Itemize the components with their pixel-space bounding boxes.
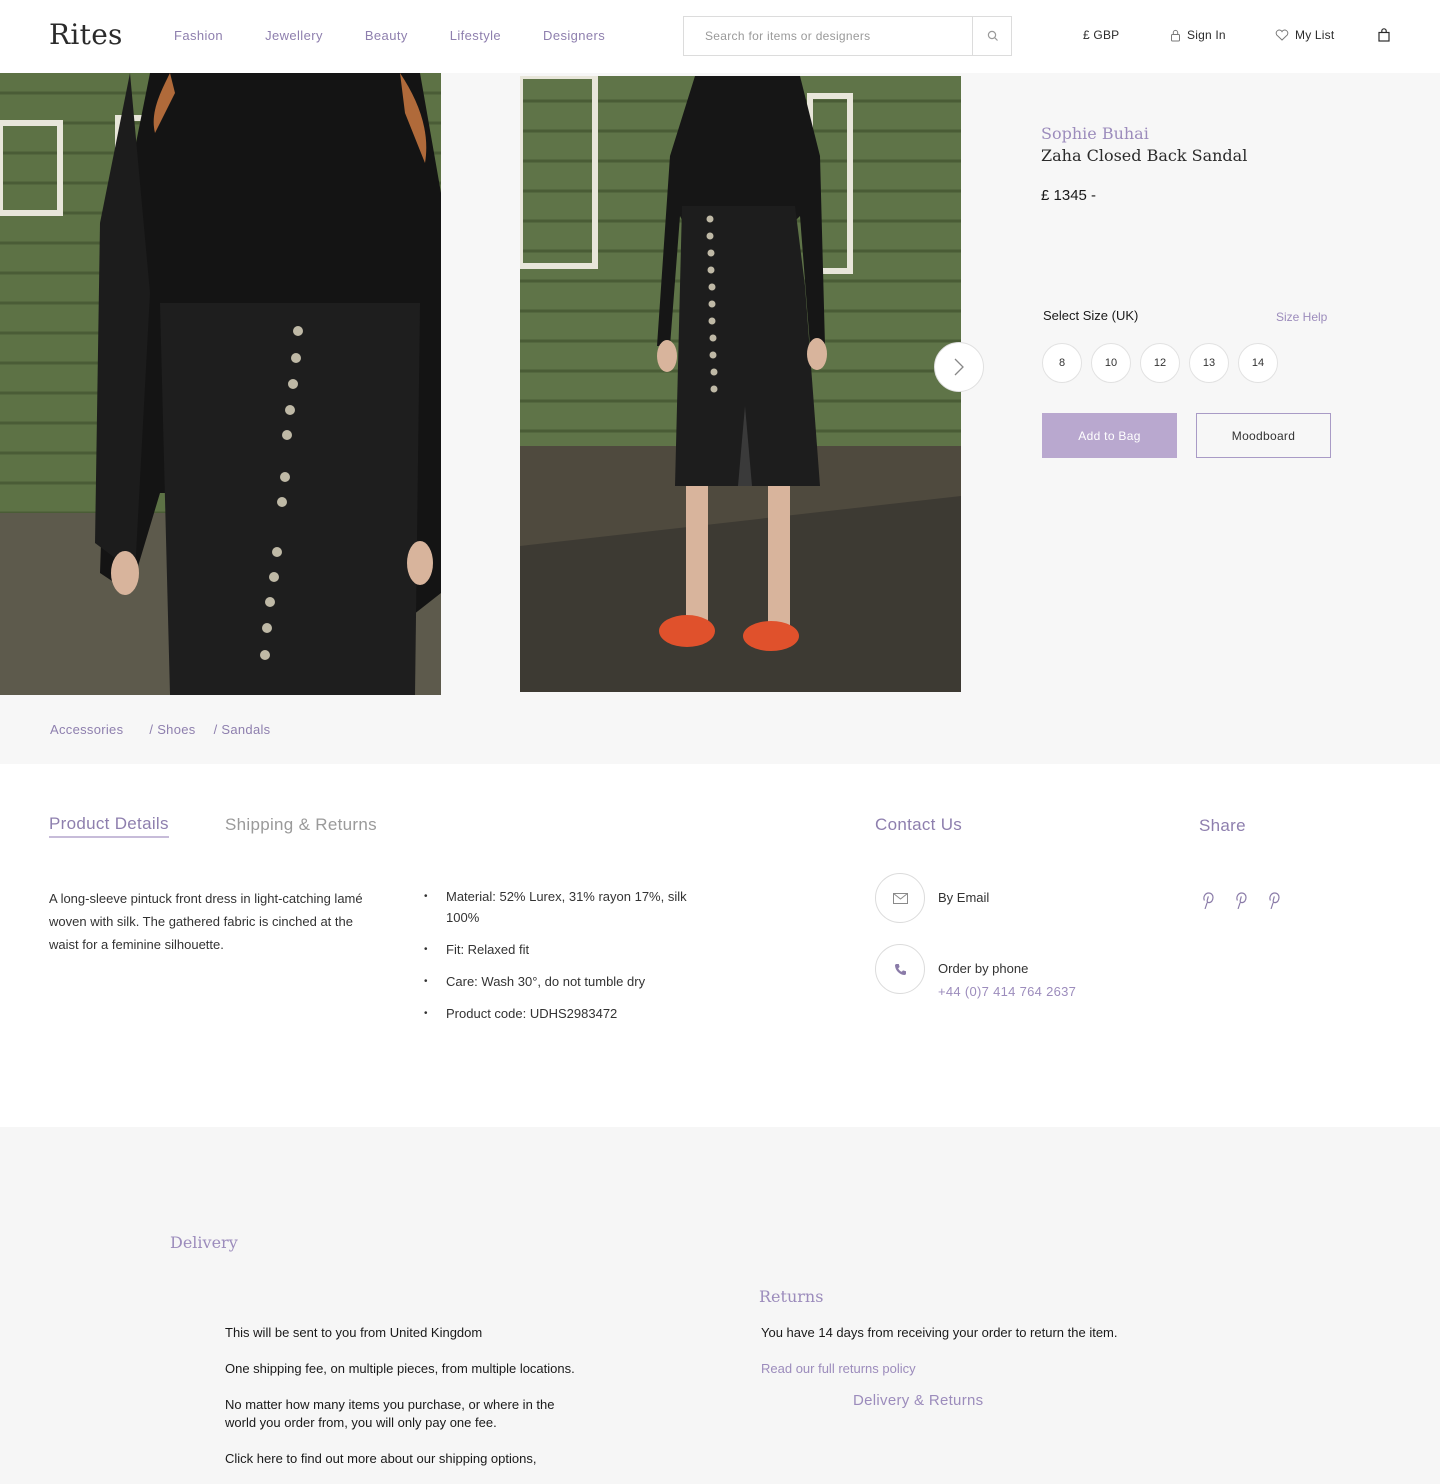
contact-heading: Contact Us: [875, 815, 963, 834]
delivery-section: Delivery This will be sent to you from U…: [0, 1127, 1440, 1484]
sign-in-label: Sign In: [1187, 28, 1226, 42]
site-logo[interactable]: Rites: [49, 18, 123, 51]
attribute-fit: Fit: Relaxed fit: [424, 939, 704, 960]
email-contact-button[interactable]: [875, 873, 925, 923]
tab-shipping-returns[interactable]: Shipping & Returns: [225, 815, 377, 835]
share-heading: Share: [1199, 816, 1246, 835]
delivery-single-fee: One shipping fee, on multiple pieces, fr…: [225, 1361, 575, 1376]
delivery-returns-link[interactable]: Delivery & Returns: [853, 1392, 983, 1409]
product-photo-fullbody[interactable]: [520, 76, 961, 692]
returns-policy-link[interactable]: Read our full returns policy: [761, 1361, 916, 1376]
envelope-icon: [892, 892, 908, 904]
shopping-bag-icon: [1378, 28, 1390, 42]
add-to-bag-button[interactable]: Add to Bag: [1042, 413, 1177, 458]
phone-number-link[interactable]: +44 (0)7 414 764 2637: [938, 984, 1076, 999]
search-input[interactable]: [684, 17, 973, 55]
pinterest-icon[interactable]: [1266, 891, 1282, 909]
size-option-13[interactable]: 13: [1189, 343, 1229, 383]
attribute-material: Material: 52% Lurex, 31% rayon 17%, silk…: [424, 886, 704, 928]
nav-beauty[interactable]: Beauty: [365, 28, 408, 43]
size-option-8[interactable]: 8: [1042, 343, 1082, 383]
nav-designers[interactable]: Designers: [543, 28, 605, 43]
size-option-12[interactable]: 12: [1140, 343, 1180, 383]
heart-icon: [1275, 29, 1289, 41]
size-help-link[interactable]: Size Help: [1276, 310, 1327, 324]
gallery-next-button[interactable]: [934, 342, 984, 392]
share-icons: [1200, 891, 1299, 909]
nav-fashion[interactable]: Fashion: [174, 28, 223, 43]
pinterest-icon[interactable]: [1233, 891, 1249, 909]
main-nav: Fashion Jewellery Beauty Lifestyle Desig…: [174, 28, 647, 43]
my-list-link[interactable]: My List: [1275, 28, 1334, 42]
breadcrumb: Accessories / Shoes / Sandals: [50, 722, 288, 737]
currency-selector[interactable]: £ GBP: [1083, 28, 1119, 42]
product-designer[interactable]: Sophie Buhai: [1041, 124, 1149, 143]
product-photo-closeup[interactable]: [0, 73, 441, 695]
moodboard-button[interactable]: Moodboard: [1196, 413, 1331, 458]
returns-text: You have 14 days from receiving your ord…: [761, 1325, 1118, 1340]
product-price: £ 1345 -: [1041, 187, 1097, 204]
lock-icon: [1171, 29, 1180, 41]
attribute-care: Care: Wash 30°, do not tumble dry: [424, 971, 704, 992]
search-icon: [987, 30, 998, 41]
currency-label: £ GBP: [1083, 28, 1120, 42]
phone-contact-button[interactable]: [875, 944, 925, 994]
chevron-right-icon: [954, 358, 964, 376]
tab-product-details[interactable]: Product Details: [49, 814, 169, 838]
breadcrumb-shoes[interactable]: / Shoes: [149, 722, 195, 737]
phone-icon: [894, 963, 906, 975]
size-options: 8 10 12 13 14: [1042, 343, 1287, 383]
phone-contact-label: Order by phone: [938, 961, 1029, 976]
sign-in-link[interactable]: Sign In: [1170, 28, 1226, 42]
email-contact-label[interactable]: By Email: [938, 890, 989, 905]
product-attributes: Material: 52% Lurex, 31% rayon 17%, silk…: [424, 886, 704, 1035]
delivery-heading: Delivery: [170, 1233, 238, 1252]
attribute-product-code: Product code: UDHS2983472: [424, 1003, 704, 1024]
bag-button[interactable]: [1378, 28, 1396, 42]
product-details-section: Product Details Shipping & Returns A lon…: [0, 764, 1440, 1127]
breadcrumb-sandals[interactable]: / Sandals: [214, 722, 271, 737]
delivery-text: This will be sent to you from United Kin…: [225, 1324, 585, 1484]
search-button[interactable]: [972, 16, 1012, 56]
product-description: A long-sleeve pintuck front dress in lig…: [49, 891, 363, 952]
size-option-10[interactable]: 10: [1091, 343, 1131, 383]
breadcrumb-accessories[interactable]: Accessories: [50, 722, 123, 737]
my-list-label: My List: [1295, 28, 1335, 42]
product-gallery: Sophie Buhai Zaha Closed Back Sandal £ 1…: [0, 73, 1440, 764]
site-header: Rites Fashion Jewellery Beauty Lifestyle…: [0, 0, 1440, 73]
delivery-shipping-options-link[interactable]: Click here to find out more about our sh…: [225, 1450, 585, 1468]
search-box: [683, 16, 1012, 56]
product-name: Zaha Closed Back Sandal: [1041, 146, 1248, 165]
returns-heading: Returns: [759, 1287, 824, 1306]
size-option-14[interactable]: 14: [1238, 343, 1278, 383]
pinterest-icon[interactable]: [1200, 891, 1216, 909]
nav-lifestyle[interactable]: Lifestyle: [450, 28, 501, 43]
delivery-fee-note: No matter how many items you purchase, o…: [225, 1397, 555, 1430]
nav-jewellery[interactable]: Jewellery: [265, 28, 323, 43]
size-label: Select Size (UK): [1043, 308, 1139, 323]
delivery-origin: This will be sent to you from United Kin…: [225, 1325, 483, 1340]
